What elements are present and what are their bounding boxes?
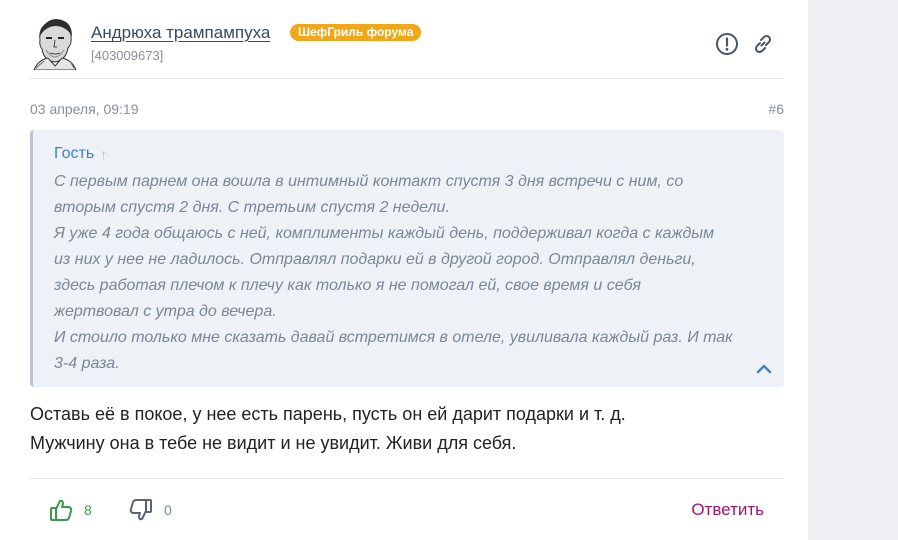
message-line: Мужчину она в тебе не видит и не увидит.… bbox=[30, 433, 517, 453]
quote-block: Гость ↑ С первым парнем она вошла в инти… bbox=[30, 130, 784, 387]
arrow-up-icon[interactable]: ↑ bbox=[100, 146, 107, 162]
quote-text: С первым парнем она вошла в интимный кон… bbox=[54, 169, 774, 377]
link-icon bbox=[754, 34, 772, 54]
author-badge: ШефГриль форума bbox=[290, 24, 422, 41]
message-body: Оставь её в покое, у нее есть парень, пу… bbox=[30, 400, 790, 458]
thumbs-down-icon bbox=[129, 499, 152, 521]
like-button[interactable]: 8 bbox=[48, 496, 92, 524]
collapse-quote-button[interactable] bbox=[754, 361, 774, 377]
copy-link-button[interactable] bbox=[750, 31, 776, 57]
quote-author-name[interactable]: Гость bbox=[54, 145, 94, 163]
author-row: Андрюха трампампуха ШефГриль форума [403… bbox=[30, 14, 784, 74]
message-line: Оставь её в покое, у нее есть парень, пу… bbox=[30, 404, 626, 424]
post-number-link[interactable]: #6 bbox=[768, 101, 784, 117]
quote-line: из них у нее не ладилось. Отправлял пода… bbox=[54, 251, 696, 268]
author-id: [403009673] bbox=[91, 48, 164, 63]
quote-line: С первым парнем она вошла в интимный кон… bbox=[54, 173, 684, 190]
quote-line: Я уже 4 года общаюсь с ней, комплименты … bbox=[54, 225, 715, 242]
author-name-link[interactable]: Андрюха трампампуха bbox=[91, 23, 270, 43]
dislike-count: 0 bbox=[164, 502, 172, 518]
report-button[interactable] bbox=[714, 31, 740, 57]
header-divider bbox=[30, 78, 784, 79]
quote-author[interactable]: Гость ↑ bbox=[54, 145, 107, 163]
exclamation-circle-icon bbox=[716, 33, 738, 55]
reply-button[interactable]: Ответить bbox=[691, 500, 764, 520]
dislike-button[interactable]: 0 bbox=[128, 496, 172, 524]
quote-line: И стоило только мне сказать давай встрет… bbox=[54, 329, 733, 346]
quote-line: 3-4 раза. bbox=[54, 355, 120, 372]
avatar[interactable] bbox=[30, 14, 80, 70]
thumbs-up-icon bbox=[50, 499, 73, 521]
like-count: 8 bbox=[84, 502, 92, 518]
quote-line: вторым спустя 2 дня. С третьим спустя 2 … bbox=[54, 199, 450, 216]
footer-divider bbox=[30, 478, 784, 479]
post-date: 03 апреля, 09:19 bbox=[30, 101, 139, 117]
quote-line: здесь работая плечом к плечу как только … bbox=[54, 277, 641, 294]
quote-line: жертвовал с утра до вечера. bbox=[54, 303, 277, 320]
post-card: Андрюха трампампуха ШефГриль форума [403… bbox=[0, 0, 808, 540]
chevron-up-icon bbox=[756, 364, 772, 374]
